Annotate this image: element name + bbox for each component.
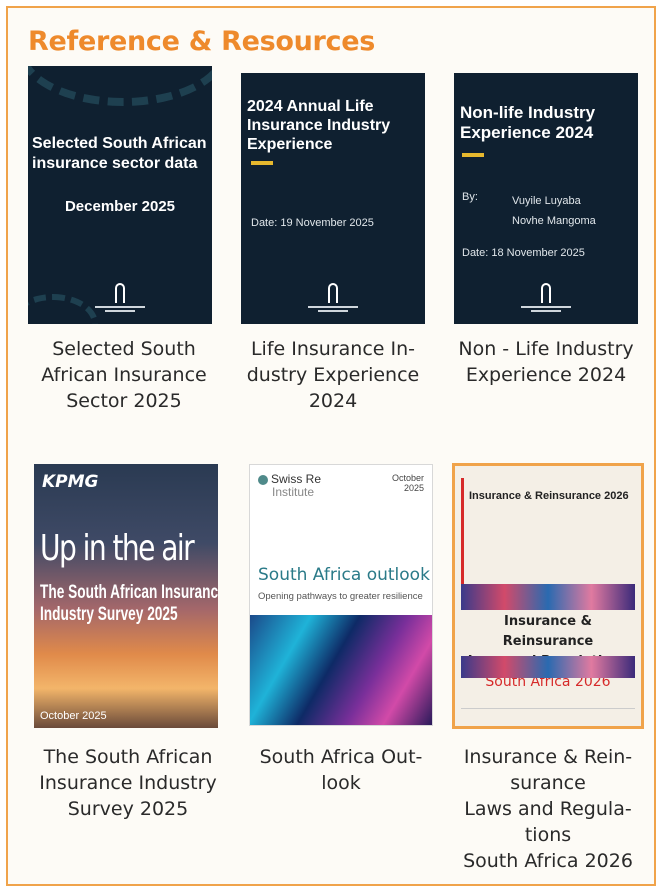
resource-cover-swiss-re-outlook[interactable]: Swiss Re Institute October 2025 South Af… xyxy=(249,464,433,726)
cover-title: 2024 Annual Life Insurance Industry Expe… xyxy=(247,98,391,153)
prudential-authority-logo xyxy=(308,283,358,312)
cover-title: Up in the air xyxy=(40,528,195,569)
cover-by-label: By: xyxy=(462,191,478,203)
resource-caption[interactable]: Insurance & Rein- surance Laws and Regul… xyxy=(448,744,648,874)
cover-date: Date: 18 November 2025 xyxy=(462,247,585,259)
swiss-re-icon xyxy=(258,474,268,485)
cover-title: South Africa outlook xyxy=(258,565,430,585)
resource-cover-non-life[interactable]: Non-life Industry Experience 2024 By: Vu… xyxy=(454,73,638,324)
red-accent-line xyxy=(461,478,464,598)
section-heading: Reference & Resources xyxy=(28,26,376,57)
swiss-re-logo: Swiss Re Institute xyxy=(258,473,321,499)
cover-artwork xyxy=(461,656,635,678)
cover-title: Selected South African insurance sector … xyxy=(32,135,207,172)
cover-subtitle: Opening pathways to greater resilience xyxy=(258,591,423,602)
cover-title: Non-life Industry Experience 2024 xyxy=(460,103,596,142)
resource-cover-life-insurance[interactable]: 2024 Annual Life Insurance Industry Expe… xyxy=(241,73,425,324)
resource-cover-sa-insurance-data[interactable]: Selected South African insurance sector … xyxy=(28,66,212,324)
prudential-authority-logo xyxy=(521,283,571,312)
decorative-arc xyxy=(28,294,98,324)
cover-date: Date: 19 November 2025 xyxy=(251,217,374,229)
reference-resources-panel: Reference & Resources Selected South Afr… xyxy=(6,6,656,886)
cover-date: December 2025 xyxy=(64,198,176,215)
cover-title: Insurance & Reinsurance 2026 xyxy=(469,490,629,502)
cover-date: October 2025 xyxy=(391,473,424,493)
prudential-authority-logo xyxy=(95,283,145,312)
cover-artwork xyxy=(461,584,635,610)
cover-authors: Vuyile Luyaba Novhe Mangoma xyxy=(512,195,596,227)
resource-cover-insurance-reinsurance[interactable]: Insurance & Reinsurance 2026 Insurance &… xyxy=(452,463,644,729)
cover-footer xyxy=(461,708,635,718)
cover-artwork xyxy=(250,615,432,725)
resource-caption[interactable]: South Africa Out- look xyxy=(241,744,441,796)
kpmg-logo: KPMG xyxy=(42,472,99,492)
cover-date: October 2025 xyxy=(40,710,107,722)
accent-bar xyxy=(251,161,273,165)
resource-caption[interactable]: Non - Life Industry Experience 2024 xyxy=(446,336,646,388)
resource-caption[interactable]: The South African Insurance Industry Sur… xyxy=(28,744,228,822)
resource-caption[interactable]: Selected South African Insurance Sector … xyxy=(24,336,224,414)
resource-caption[interactable]: Life Insurance In- dustry Experience 202… xyxy=(233,336,433,414)
cover-subtitle: The South African Insurance Industry Sur… xyxy=(40,582,218,625)
cover-title-box: Insurance & Reinsurance Laws and Regulat… xyxy=(468,614,628,690)
resource-cover-kpmg-survey[interactable]: KPMG Up in the air The South African Ins… xyxy=(34,464,218,728)
decorative-arc xyxy=(28,66,212,106)
accent-bar xyxy=(462,153,484,157)
